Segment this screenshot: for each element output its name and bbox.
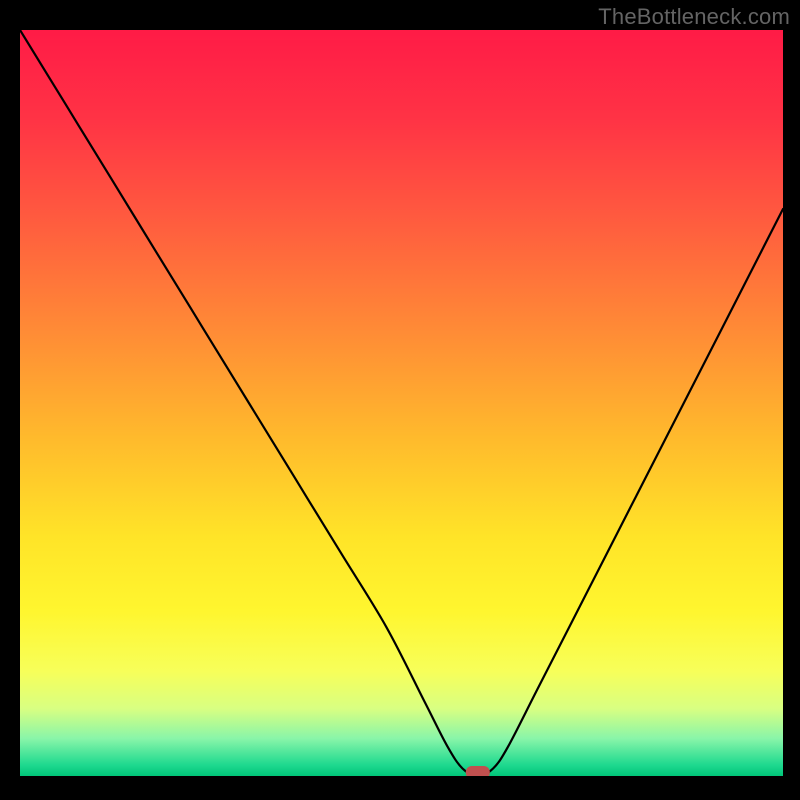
- plot-area: [20, 30, 783, 776]
- gradient-background: [20, 30, 783, 776]
- chart-svg: [20, 30, 783, 776]
- chart-frame: TheBottleneck.com: [0, 0, 800, 800]
- watermark-text: TheBottleneck.com: [598, 4, 790, 30]
- optimal-marker: [466, 766, 490, 776]
